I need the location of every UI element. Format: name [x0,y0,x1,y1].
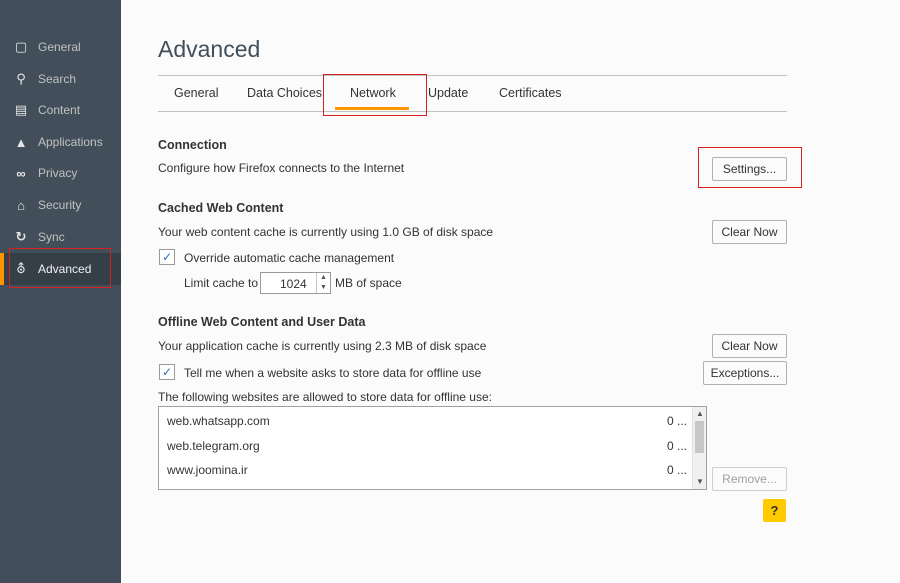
connection-description: Configure how Firefox connects to the In… [158,161,405,175]
sync-icon: ↻ [15,229,27,244]
cache-limit-value: 1024 [280,277,307,291]
tab-data-choices[interactable]: Data Choices [247,86,322,104]
site-url: web.whatsapp.com [167,414,270,428]
tell-offline-label: Tell me when a website asks to store dat… [184,366,482,380]
lock-icon: ⌂ [17,197,25,213]
offline-clear-now-button[interactable]: Clear Now [712,334,787,358]
applications-icon: ▲ [14,134,28,150]
sidebar-item-label: Advanced [38,262,92,276]
sidebar-item-advanced[interactable]: ⛢ Advanced [0,253,121,285]
offline-sites-list[interactable]: web.whatsapp.com 0 ... web.telegram.org … [158,406,707,490]
sidebar: ▢ General ⚲ Search ▤ Content ▲ Applicati… [0,0,121,583]
tab-certificates[interactable]: Certificates [499,86,562,104]
connection-heading: Connection [158,138,227,152]
sidebar-item-label: Security [38,198,82,212]
connection-settings-button[interactable]: Settings... [712,157,787,181]
help-button[interactable]: ? [763,499,786,522]
sidebar-item-content[interactable]: ▤ Content [0,94,121,126]
sidebar-item-label: Applications [38,135,103,149]
tabs-divider [158,111,787,112]
site-usage: 0 ... [666,414,687,428]
cache-description: Your web content cache is currently usin… [158,225,494,239]
sidebar-item-search[interactable]: ⚲ Search [0,63,121,95]
allowed-sites-label: The following websites are allowed to st… [158,390,492,404]
exceptions-button[interactable]: Exceptions... [703,361,787,385]
remove-site-button[interactable]: Remove... [712,467,787,491]
offline-description: Your application cache is currently usin… [158,339,487,353]
sidebar-item-label: Privacy [38,166,78,180]
sidebar-item-applications[interactable]: ▲ Applications [0,126,121,158]
list-item[interactable]: web.whatsapp.com 0 ... [167,411,687,431]
sidebar-item-security[interactable]: ⌂ Security [0,189,121,221]
stepper-down-icon[interactable]: ▼ [317,283,330,293]
tell-offline-checkbox[interactable]: ✓ [159,364,175,380]
limit-cache-unit: MB of space [335,276,402,290]
sidebar-item-sync[interactable]: ↻ Sync [0,221,121,253]
cache-limit-stepper[interactable]: 1024 ▲ ▼ [260,272,331,294]
site-usage: 0 ... [666,439,687,453]
site-url: www.joomina.ir [167,463,248,477]
offline-heading: Offline Web Content and User Data [158,315,366,329]
privacy-mask-icon: ∞ [16,165,26,181]
limit-cache-label: Limit cache to [184,276,259,290]
override-cache-label: Override automatic cache management [184,251,395,265]
active-tab-indicator [335,107,409,110]
sidebar-item-privacy[interactable]: ∞ Privacy [0,157,121,189]
scroll-thumb[interactable] [695,421,704,453]
scroll-down-icon[interactable]: ▼ [693,476,707,488]
cache-heading: Cached Web Content [158,201,284,215]
sidebar-item-general[interactable]: ▢ General [0,31,121,63]
content-icon: ▤ [14,102,28,117]
tab-update[interactable]: Update [428,86,468,104]
sidebar-item-label: Content [38,103,81,117]
list-scrollbar[interactable]: ▲ ▼ [692,407,706,489]
main-panel: Advanced General Data Choices Network Up… [121,0,900,583]
sidebar-item-label: Search [38,72,77,86]
site-usage: 0 ... [666,463,687,477]
tabs-divider [158,75,787,76]
stepper-arrows[interactable]: ▲ ▼ [316,273,330,293]
scroll-up-icon[interactable]: ▲ [693,408,707,420]
site-url: web.telegram.org [167,439,260,453]
stepper-up-icon[interactable]: ▲ [317,273,330,283]
cache-clear-now-button[interactable]: Clear Now [712,220,787,244]
tab-general[interactable]: General [174,86,218,104]
list-item[interactable]: www.joomina.ir 0 ... [167,460,687,480]
wizard-hat-icon: ⛢ [16,261,26,276]
page-title: Advanced [158,36,261,62]
sidebar-item-label: General [38,40,81,54]
tab-network[interactable]: Network [350,86,396,104]
list-item[interactable]: web.telegram.org 0 ... [167,436,687,456]
general-icon: ▢ [14,39,28,54]
override-cache-checkbox[interactable]: ✓ [159,249,175,265]
search-icon: ⚲ [16,71,26,86]
sidebar-item-label: Sync [38,230,65,244]
